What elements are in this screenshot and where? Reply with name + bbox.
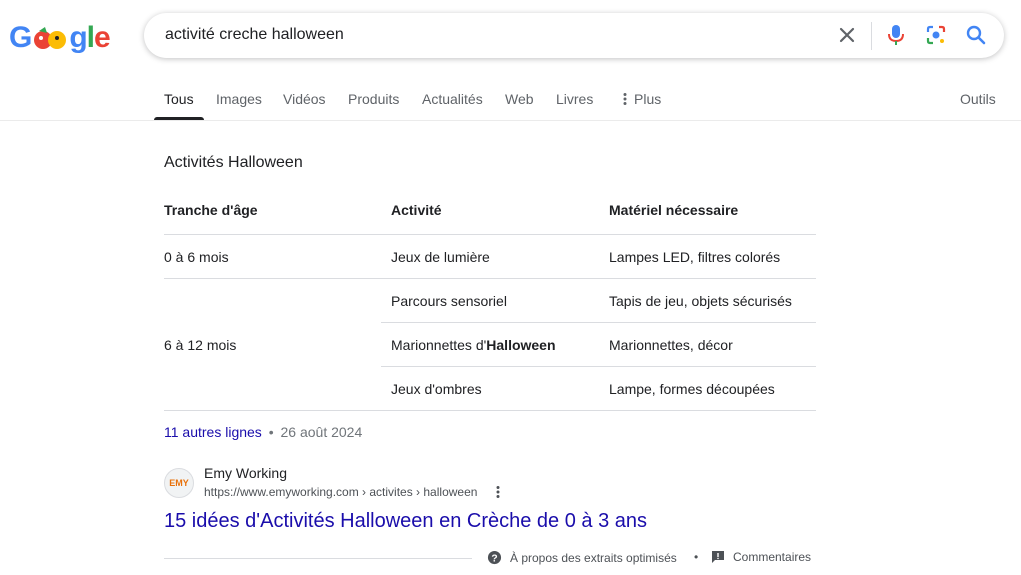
- meta-separator: •: [268, 424, 274, 440]
- cell-activity-3: Jeux d'ombres: [391, 381, 482, 397]
- site-name[interactable]: Emy Working: [204, 465, 287, 481]
- footer-separator: •: [694, 550, 699, 564]
- tab-images[interactable]: Images: [216, 91, 262, 107]
- tools-button[interactable]: Outils: [960, 91, 996, 107]
- about-snippets[interactable]: ? À propos des extraits optimisés: [487, 550, 677, 565]
- snippet-meta: 11 autres lignes • 26 août 2024: [164, 424, 362, 440]
- footer-divider: [164, 558, 472, 559]
- cell-material-2: Marionnettes, décor: [609, 337, 733, 353]
- lens-icon[interactable]: [924, 23, 948, 47]
- cell-age-0: 0 à 6 mois: [164, 249, 229, 265]
- tab-produits[interactable]: Produits: [348, 91, 399, 107]
- cell-material-0: Lampes LED, filtres colorés: [609, 249, 781, 265]
- header-age: Tranche d'âge: [164, 202, 258, 218]
- snippet-date: 26 août 2024: [280, 424, 363, 440]
- cell-activity-2-bold: Halloween: [486, 337, 556, 353]
- search-box[interactable]: activité creche halloween: [144, 13, 1004, 58]
- tab-tous[interactable]: Tous: [164, 91, 194, 107]
- cell-activity-2: Marionnettes d'Halloween: [391, 337, 556, 353]
- tab-plus-label: Plus: [634, 91, 662, 107]
- cell-material-3: Lampe, formes découpées: [609, 381, 775, 397]
- tab-web[interactable]: Web: [505, 91, 534, 107]
- feedback-button[interactable]: Commentaires: [711, 550, 811, 564]
- more-options-icon[interactable]: [492, 485, 504, 499]
- active-tab-indicator: [154, 117, 204, 120]
- site-favicon[interactable]: EMY: [164, 468, 194, 498]
- cell-material-1: Tapis de jeu, objets sécurisés: [609, 293, 792, 309]
- halloween-doodle-icon: [34, 27, 67, 49]
- cell-activity-0: Jeux de lumière: [391, 249, 490, 265]
- tab-videos[interactable]: Vidéos: [283, 91, 326, 107]
- header-activity: Activité: [391, 202, 442, 218]
- google-logo[interactable]: G gle: [9, 21, 111, 55]
- tab-livres[interactable]: Livres: [556, 91, 593, 107]
- header-material: Matériel nécessaire: [609, 202, 739, 218]
- cell-activity-1: Parcours sensoriel: [391, 293, 507, 309]
- row-divider: [381, 322, 816, 323]
- clear-icon[interactable]: [835, 23, 859, 47]
- cell-age-1: 6 à 12 mois: [164, 337, 237, 353]
- about-snippets-label: À propos des extraits optimisés: [510, 550, 677, 565]
- result-title-link[interactable]: 15 idées d'Activités Halloween en Crèche…: [164, 510, 647, 533]
- search-input[interactable]: activité creche halloween: [165, 26, 344, 44]
- snippet-table: Tranche d'âge Activité Matériel nécessai…: [164, 190, 816, 412]
- row-divider: [164, 234, 816, 235]
- feedback-icon: [712, 551, 724, 563]
- more-vert-icon: [623, 93, 627, 105]
- tab-actualites[interactable]: Actualités: [422, 91, 483, 107]
- cell-activity-2-prefix: Marionnettes d': [391, 337, 487, 353]
- search-tabs: Tous Images Vidéos Produits Actualités W…: [0, 82, 1021, 121]
- row-divider: [164, 278, 816, 279]
- snippet-title: Activités Halloween: [164, 154, 303, 171]
- feedback-label: Commentaires: [733, 550, 812, 564]
- tab-plus[interactable]: Plus: [620, 91, 661, 107]
- help-icon: ?: [487, 550, 502, 564]
- favicon-text: EMY: [169, 478, 189, 488]
- row-divider: [381, 366, 816, 367]
- site-url[interactable]: https://www.emyworking.com › activites ›…: [204, 485, 477, 499]
- row-divider: [164, 410, 816, 411]
- svg-text:?: ?: [491, 553, 497, 564]
- microphone-icon[interactable]: [884, 23, 908, 47]
- search-divider: [871, 22, 872, 50]
- search-icon[interactable]: [964, 23, 988, 47]
- more-rows-link[interactable]: 11 autres lignes: [164, 424, 262, 440]
